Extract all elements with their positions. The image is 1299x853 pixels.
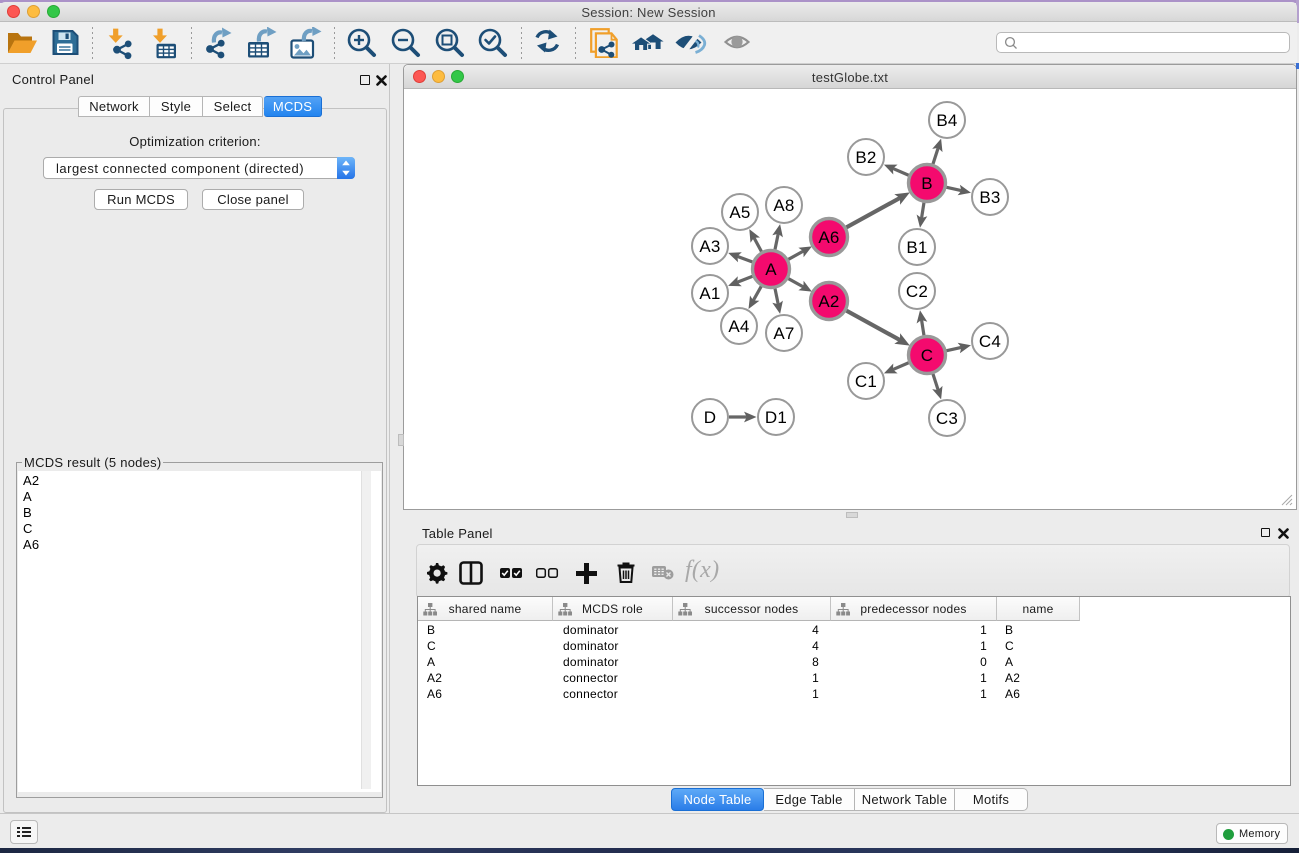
svg-text:B3: B3 [979, 188, 1000, 207]
svg-text:A7: A7 [773, 324, 794, 343]
svg-text:A6: A6 [818, 228, 839, 247]
svg-text:C4: C4 [979, 332, 1001, 351]
svg-text:B1: B1 [906, 238, 927, 257]
svg-text:C1: C1 [855, 372, 877, 391]
svg-text:A2: A2 [818, 292, 839, 311]
svg-text:A5: A5 [729, 203, 750, 222]
svg-text:C: C [921, 346, 934, 365]
svg-text:D1: D1 [765, 408, 787, 427]
svg-text:A4: A4 [728, 317, 749, 336]
svg-text:A: A [765, 260, 777, 279]
svg-text:C3: C3 [936, 409, 958, 428]
svg-text:B2: B2 [855, 148, 876, 167]
svg-text:C2: C2 [906, 282, 928, 301]
svg-text:D: D [704, 408, 717, 427]
svg-text:A8: A8 [773, 196, 794, 215]
svg-text:B4: B4 [936, 111, 957, 130]
svg-text:A3: A3 [699, 237, 720, 256]
svg-text:A1: A1 [699, 284, 720, 303]
svg-text:B: B [921, 174, 933, 193]
